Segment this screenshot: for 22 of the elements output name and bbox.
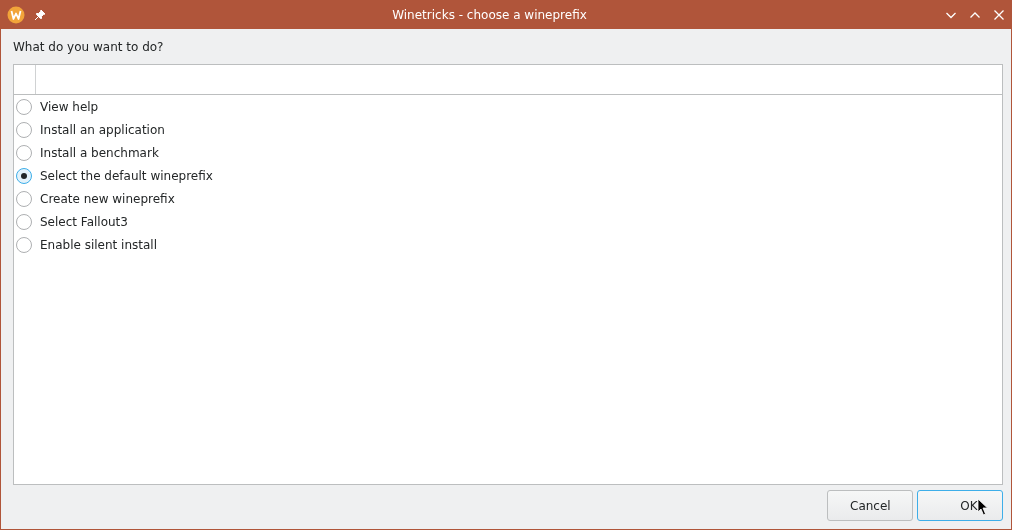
option-item[interactable]: Select Fallout3 [14, 210, 1002, 233]
mouse-cursor-icon [977, 498, 989, 516]
prompt-label: What do you want to do? [13, 40, 165, 56]
radio-button[interactable] [16, 167, 32, 184]
option-item[interactable]: Enable silent install [14, 233, 1002, 256]
app-logo-icon [7, 5, 25, 24]
dialog-button[interactable]: Cancel [827, 490, 913, 521]
option-item[interactable]: View help [14, 95, 1002, 118]
radio-button[interactable] [16, 236, 32, 253]
radio-button[interactable] [16, 213, 32, 230]
pin-icon[interactable] [34, 8, 46, 21]
radio-button[interactable] [16, 190, 32, 207]
window-title: Winetricks - choose a wineprefix [391, 7, 588, 22]
option-item[interactable]: Install an application [14, 118, 1002, 141]
option-item[interactable]: Select the default wineprefix [14, 164, 1002, 187]
radio-button[interactable] [16, 121, 32, 138]
radio-button[interactable] [16, 144, 32, 161]
option-item[interactable]: Install a benchmark [14, 141, 1002, 164]
close-icon[interactable] [993, 8, 1005, 21]
option-item[interactable]: Create new wineprefix [14, 187, 1002, 210]
dialog-button[interactable]: OK [917, 490, 1003, 521]
radio-button[interactable] [16, 98, 32, 115]
